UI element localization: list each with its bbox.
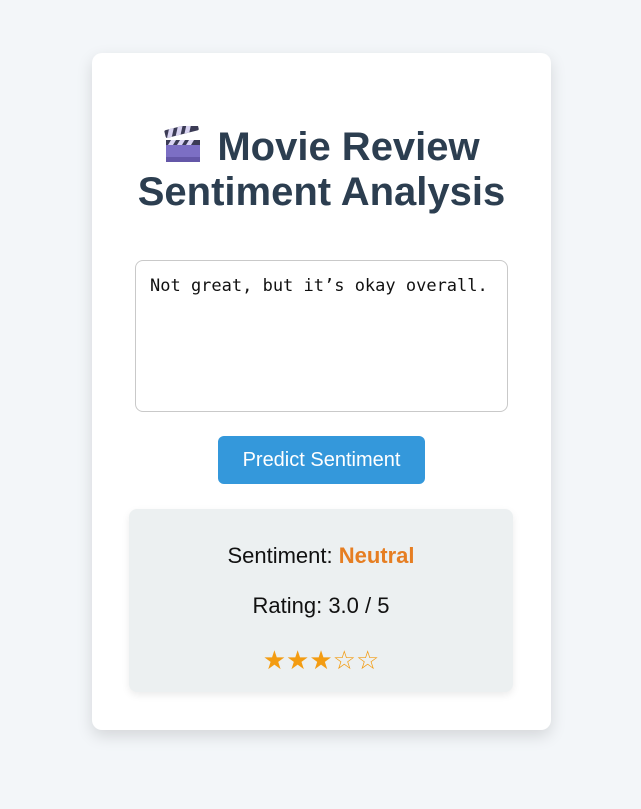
- sentiment-row: Sentiment: Neutral: [129, 543, 513, 569]
- clapperboard-icon: [164, 126, 201, 162]
- result-panel: Sentiment: Neutral Rating: 3.0 / 5 ★★★☆☆: [129, 509, 513, 692]
- star-rating: ★★★☆☆: [262, 645, 380, 675]
- predict-sentiment-button[interactable]: Predict Sentiment: [218, 436, 425, 484]
- page-title: Movie Review Sentiment Analysis: [92, 125, 551, 215]
- sentiment-label: Sentiment:: [227, 543, 339, 568]
- rating-text: Rating: 3.0 / 5: [252, 593, 390, 618]
- sentiment-value: Neutral: [338, 543, 415, 568]
- main-card: Movie Review Sentiment Analysis Not grea…: [92, 53, 551, 730]
- review-input[interactable]: Not great, but it’s okay overall.: [135, 260, 508, 412]
